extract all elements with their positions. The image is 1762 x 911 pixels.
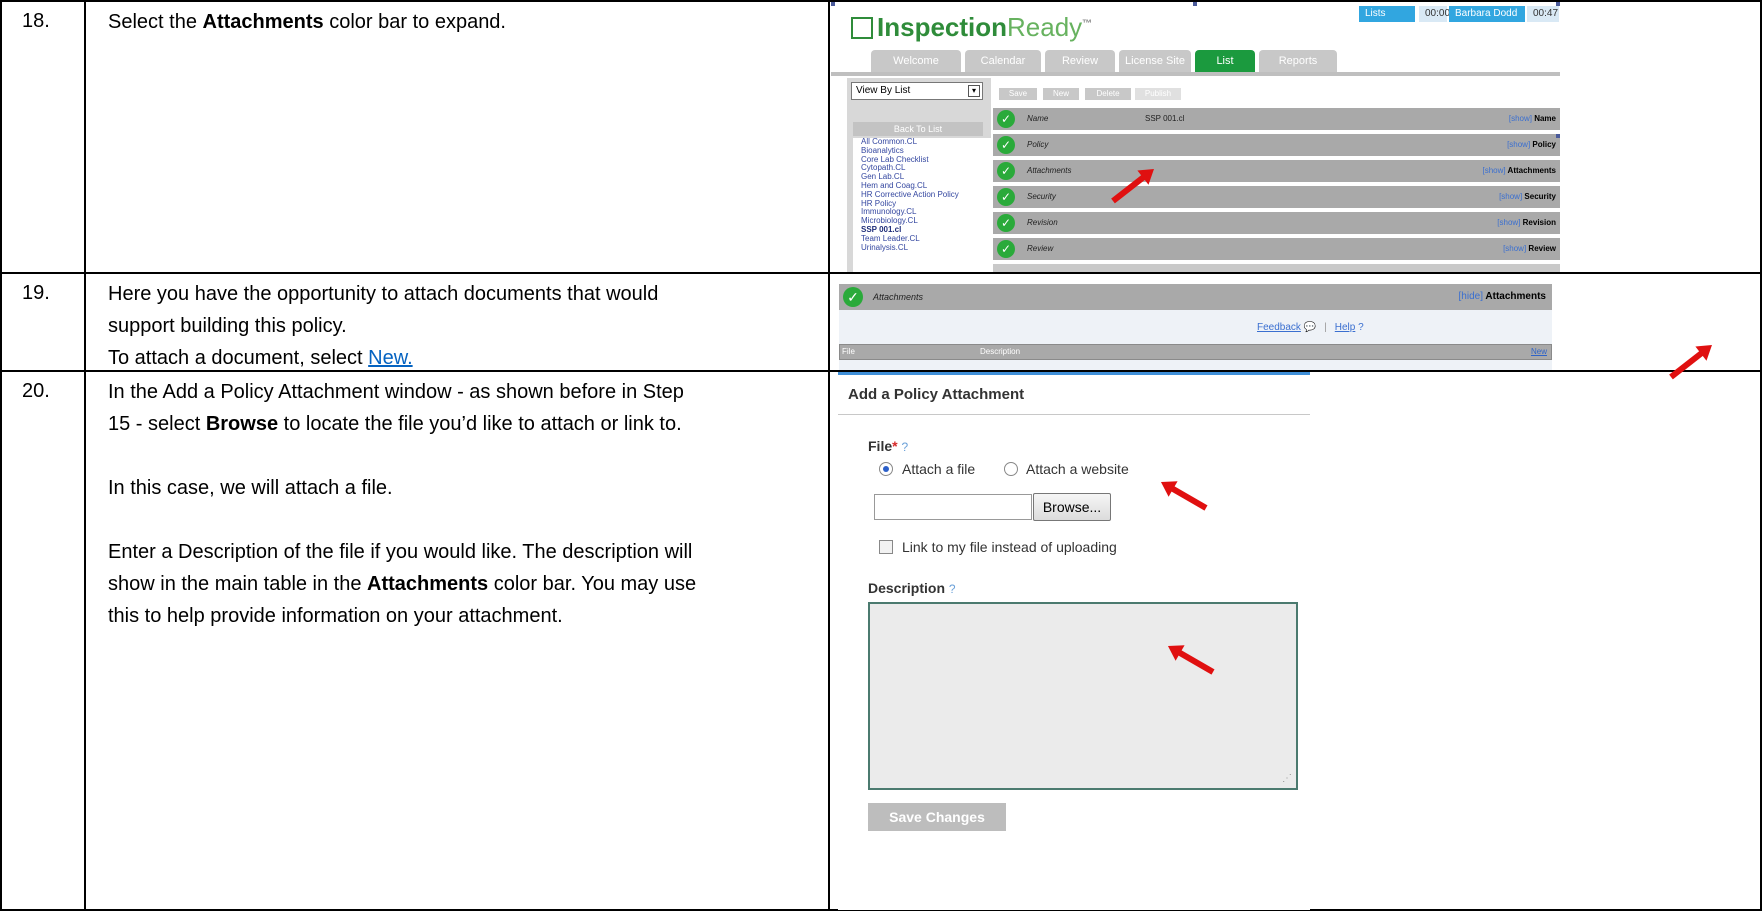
resize-grip-icon: ⋰	[1282, 773, 1292, 784]
tab-reports[interactable]: Reports	[1259, 50, 1337, 72]
tab-welcome[interactable]: Welcome	[871, 50, 961, 72]
screenshot-list-view: InspectionReady™ Lists 00:00 Barbara Dod…	[831, 2, 1560, 272]
description-label: Description ?	[868, 580, 956, 596]
step-20-text: In the Add a Policy Attachment window - …	[108, 381, 697, 627]
description-textarea[interactable]: ⋰	[868, 602, 1298, 790]
list-tree: All Common.CL Bioanalytics Core Lab Chec…	[853, 137, 991, 272]
selection-handle	[1556, 2, 1560, 6]
selection-handle	[1556, 134, 1560, 138]
tab-list[interactable]: List	[1195, 50, 1255, 72]
show-link[interactable]: [show]	[1503, 244, 1526, 253]
step-number-20: 20.	[22, 380, 50, 402]
user-name: Barbara Dodd	[1449, 6, 1525, 22]
timer-right: 00:47	[1527, 6, 1559, 22]
show-link[interactable]: [show]	[1497, 218, 1520, 227]
link-file-label: Link to my file instead of uploading	[902, 539, 1117, 555]
delete-action-button[interactable]: Delete	[1085, 88, 1131, 100]
check-icon: ✓	[997, 136, 1015, 154]
new-attachment-link[interactable]: New	[1531, 345, 1547, 359]
show-link[interactable]: [show]	[1482, 166, 1505, 175]
save-action-button[interactable]: Save	[999, 88, 1037, 100]
attach-file-radio[interactable]	[879, 462, 893, 476]
col-divider-text	[828, 0, 830, 911]
file-label: File* ?	[868, 438, 909, 454]
col-header-file: File	[842, 347, 855, 356]
check-icon: ✓	[997, 162, 1015, 180]
security-color-bar[interactable]: ✓ Security [show] Security	[993, 186, 1560, 208]
timer-left: 00:00	[1419, 6, 1450, 22]
lists-indicator: Lists	[1359, 6, 1415, 22]
help-question-icon: ?	[948, 582, 956, 596]
dialog-top-border	[838, 372, 1310, 375]
next-color-bar-partial	[993, 264, 1560, 272]
tab-underline	[831, 72, 1560, 76]
row-divider-18-19	[0, 272, 1762, 274]
show-link[interactable]: [show]	[1509, 114, 1532, 123]
check-icon: ✓	[997, 240, 1015, 258]
policy-color-bar[interactable]: ✓ Policy [show] Policy	[993, 134, 1560, 156]
check-icon: ✓	[997, 110, 1015, 128]
help-link[interactable]: Help	[1335, 322, 1356, 333]
check-icon: ✓	[843, 287, 863, 307]
new-link[interactable]: New.	[368, 347, 412, 369]
revision-color-bar[interactable]: ✓ Revision [show] Revision	[993, 212, 1560, 234]
question-icon: ?	[1358, 322, 1364, 333]
new-action-button[interactable]: New	[1043, 88, 1079, 100]
hide-link[interactable]: [hide]	[1459, 291, 1483, 302]
help-question-icon: ?	[901, 440, 909, 454]
feedback-help-links: Feedback 💬 | Help ?	[1257, 322, 1364, 333]
step-number-18: 18.	[22, 10, 50, 32]
attachments-color-bar-expanded[interactable]: ✓ Attachments [hide] Attachments	[839, 284, 1552, 310]
back-to-list-button[interactable]: Back To List	[853, 122, 983, 136]
dropdown-arrow-icon: ▾	[968, 85, 980, 97]
step-number-19: 19.	[22, 282, 50, 304]
publish-action-button[interactable]: Publish	[1135, 88, 1181, 100]
col-header-description: Description	[980, 347, 1021, 356]
table-border-left	[0, 0, 2, 911]
view-by-select[interactable]: View By List ▾	[851, 82, 983, 100]
attach-website-radio[interactable]	[1004, 462, 1018, 476]
save-changes-button[interactable]: Save Changes	[868, 803, 1006, 831]
dialog-separator	[838, 414, 1310, 415]
attachments-color-bar[interactable]: ✓ Attachments [show] Attachments	[993, 160, 1560, 182]
screenshot-add-policy-attachment: Add a Policy Attachment File* ? Attach a…	[838, 372, 1310, 910]
check-icon: ✓	[997, 188, 1015, 206]
link-file-checkbox[interactable]	[879, 540, 893, 554]
col-divider-number	[84, 0, 86, 911]
dialog-title: Add a Policy Attachment	[848, 386, 1025, 403]
speech-bubble-icon: 💬	[1303, 322, 1317, 333]
name-color-bar[interactable]: ✓ Name SSP 001.cl [show] Name	[993, 108, 1560, 130]
tab-license-site[interactable]: License Site	[1119, 50, 1191, 72]
attachments-panel: Feedback 💬 | Help ? File Description New	[839, 310, 1552, 370]
review-color-bar[interactable]: ✓ Review [show] Review	[993, 238, 1560, 260]
tab-review[interactable]: Review	[1045, 50, 1115, 72]
check-icon: ✓	[997, 214, 1015, 232]
show-link[interactable]: [show]	[1507, 140, 1530, 149]
attach-website-label: Attach a website	[1026, 461, 1129, 477]
selection-handle	[1193, 2, 1197, 6]
browse-button[interactable]: Browse...	[1033, 493, 1111, 521]
tab-calendar[interactable]: Calendar	[965, 50, 1041, 72]
selection-handle	[831, 2, 835, 6]
step-19-text: Here you have the opportunity to attach …	[108, 283, 659, 369]
feedback-link[interactable]: Feedback	[1257, 322, 1301, 333]
attach-file-label: Attach a file	[902, 461, 976, 477]
show-link[interactable]: [show]	[1499, 192, 1522, 201]
left-panel: View By List ▾ Back To List All Common.CL…	[847, 78, 991, 272]
step-18-text: Select the Attachments color bar to expa…	[108, 11, 506, 33]
attachments-table-header: File Description New	[839, 344, 1552, 360]
screenshot-attachments-expanded: ✓ Attachments [hide] Attachments Feedbac…	[833, 278, 1552, 370]
inspectionready-logo: InspectionReady™	[851, 12, 1092, 43]
checkbox-logo-icon	[851, 17, 873, 39]
file-path-input[interactable]	[874, 494, 1032, 520]
tree-item[interactable]: Urinalysis.CL	[861, 243, 991, 253]
